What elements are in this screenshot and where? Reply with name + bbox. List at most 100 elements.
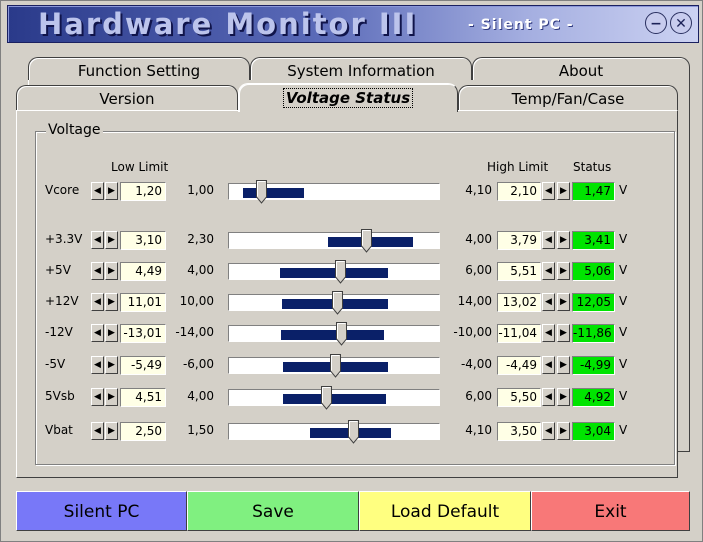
low-decrement-button[interactable]: ◀ xyxy=(91,324,104,342)
title-bar[interactable]: Hardware Monitor III - Silent PC - − ✕ xyxy=(7,5,699,43)
minimize-button[interactable]: − xyxy=(645,12,667,34)
arrow-right-icon: ▶ xyxy=(560,328,567,338)
scale-min: 10,00 xyxy=(179,294,214,308)
current-value-thumb[interactable] xyxy=(335,260,347,284)
silent-pc-button[interactable]: Silent PC xyxy=(16,491,187,531)
high-increment-button[interactable]: ▶ xyxy=(557,262,570,280)
save-button[interactable]: Save xyxy=(187,491,359,531)
low-limit-field[interactable]: -5,49 xyxy=(120,356,166,375)
current-value-thumb[interactable] xyxy=(348,420,360,444)
current-value-thumb[interactable] xyxy=(255,180,267,204)
high-limit-field[interactable]: 3,50 xyxy=(497,422,541,441)
low-increment-button[interactable]: ▶ xyxy=(105,293,118,311)
low-increment-button[interactable]: ▶ xyxy=(105,388,118,406)
tab-label: Version xyxy=(99,90,155,108)
high-decrement-button[interactable]: ◀ xyxy=(542,231,555,249)
low-limit-field[interactable]: 4,51 xyxy=(120,388,166,407)
low-limit-field[interactable]: 4,49 xyxy=(120,262,166,281)
high-increment-button[interactable]: ▶ xyxy=(557,422,570,440)
low-increment-button[interactable]: ▶ xyxy=(105,324,118,342)
high-increment-button[interactable]: ▶ xyxy=(557,388,570,406)
high-decrement-button[interactable]: ◀ xyxy=(542,388,555,406)
arrow-right-icon: ▶ xyxy=(560,392,567,402)
unit-label: V xyxy=(619,232,628,246)
low-limit-field[interactable]: -13,01 xyxy=(120,324,166,343)
limit-range-bar[interactable] xyxy=(282,394,387,404)
low-decrement-button[interactable]: ◀ xyxy=(91,231,104,249)
unit-label: V xyxy=(619,183,628,197)
arrow-right-icon: ▶ xyxy=(560,186,567,196)
high-decrement-button[interactable]: ◀ xyxy=(542,356,555,374)
current-value-thumb[interactable] xyxy=(330,354,342,378)
high-decrement-button[interactable]: ◀ xyxy=(542,324,555,342)
tab-voltage-status[interactable]: Voltage Status xyxy=(238,83,458,112)
limit-range-bar[interactable] xyxy=(242,188,304,198)
status-value: 4,92 xyxy=(572,388,615,407)
voltage-label: +5V xyxy=(45,263,71,277)
high-decrement-button[interactable]: ◀ xyxy=(542,293,555,311)
limit-slider[interactable] xyxy=(228,322,440,346)
low-increment-button[interactable]: ▶ xyxy=(105,231,118,249)
exit-button[interactable]: Exit xyxy=(531,491,690,531)
window-subtitle: - Silent PC - xyxy=(468,17,574,33)
low-decrement-button[interactable]: ◀ xyxy=(91,182,104,200)
arrow-right-icon: ▶ xyxy=(108,360,115,370)
low-decrement-button[interactable]: ◀ xyxy=(91,388,104,406)
low-decrement-button[interactable]: ◀ xyxy=(91,422,104,440)
limit-slider[interactable] xyxy=(228,420,440,444)
arrow-left-icon: ◀ xyxy=(545,297,552,307)
current-value-thumb[interactable] xyxy=(320,386,332,410)
scale-min: 4,00 xyxy=(187,263,214,277)
high-decrement-button[interactable]: ◀ xyxy=(542,262,555,280)
low-limit-field[interactable]: 3,10 xyxy=(120,231,166,250)
arrow-right-icon: ▶ xyxy=(108,297,115,307)
high-limit-field[interactable]: 3,79 xyxy=(497,231,541,250)
load-default-button[interactable]: Load Default xyxy=(359,491,531,531)
low-decrement-button[interactable]: ◀ xyxy=(91,262,104,280)
limit-slider[interactable] xyxy=(228,291,440,315)
low-increment-button[interactable]: ▶ xyxy=(105,422,118,440)
scale-min: 1,50 xyxy=(187,423,214,437)
low-increment-button[interactable]: ▶ xyxy=(105,182,118,200)
high-decrement-button[interactable]: ◀ xyxy=(542,182,555,200)
window-title: Hardware Monitor III xyxy=(38,7,418,41)
low-limit-field[interactable]: 1,20 xyxy=(120,182,166,201)
current-value-thumb[interactable] xyxy=(331,291,343,315)
high-limit-field[interactable]: 13,02 xyxy=(497,293,541,312)
low-decrement-button[interactable]: ◀ xyxy=(91,356,104,374)
limit-slider[interactable] xyxy=(228,354,440,378)
high-limit-field[interactable]: 2,10 xyxy=(497,182,541,201)
high-limit-field[interactable]: 5,51 xyxy=(497,262,541,281)
close-button[interactable]: ✕ xyxy=(670,12,692,34)
high-increment-button[interactable]: ▶ xyxy=(557,356,570,374)
tab-version[interactable]: Version xyxy=(16,85,238,111)
arrow-left-icon: ◀ xyxy=(545,426,552,436)
limit-range-bar[interactable] xyxy=(280,330,385,340)
tab-label: System Information xyxy=(287,62,435,80)
low-decrement-button[interactable]: ◀ xyxy=(91,293,104,311)
high-limit-field[interactable]: -4,49 xyxy=(497,356,541,375)
tab-temp-fan-case[interactable]: Temp/Fan/Case xyxy=(458,85,678,111)
high-decrement-button[interactable]: ◀ xyxy=(542,422,555,440)
high-limit-field[interactable]: -11,04 xyxy=(497,324,541,343)
limit-slider[interactable] xyxy=(228,260,440,284)
low-increment-button[interactable]: ▶ xyxy=(105,356,118,374)
high-increment-button[interactable]: ▶ xyxy=(557,182,570,200)
current-value-thumb[interactable] xyxy=(361,229,373,253)
limit-slider[interactable] xyxy=(228,180,440,204)
low-limit-field[interactable]: 2,50 xyxy=(120,422,166,441)
high-increment-button[interactable]: ▶ xyxy=(557,231,570,249)
limit-slider[interactable] xyxy=(228,386,440,410)
low-limit-field[interactable]: 11,01 xyxy=(120,293,166,312)
high-increment-button[interactable]: ▶ xyxy=(557,324,570,342)
limit-range-bar[interactable] xyxy=(280,268,388,278)
low-increment-button[interactable]: ▶ xyxy=(105,262,118,280)
high-increment-button[interactable]: ▶ xyxy=(557,293,570,311)
status-value: 12,05 xyxy=(572,293,615,312)
unit-label: V xyxy=(619,357,628,371)
scale-min: -14,00 xyxy=(175,325,214,339)
current-value-thumb[interactable] xyxy=(336,322,348,346)
tab-label: Function Setting xyxy=(77,62,201,80)
high-limit-field[interactable]: 5,50 xyxy=(497,388,541,407)
limit-slider[interactable] xyxy=(228,229,440,253)
